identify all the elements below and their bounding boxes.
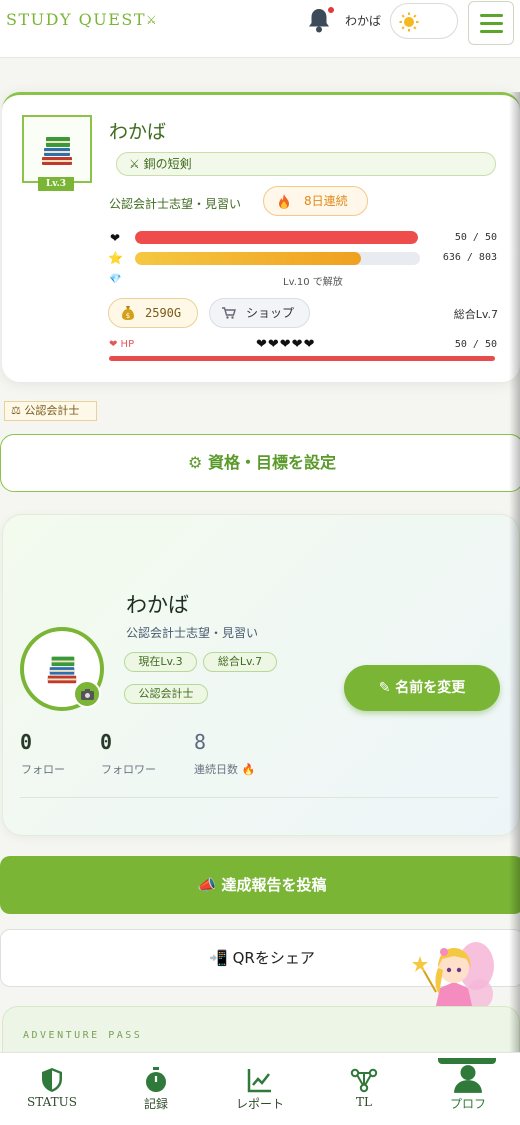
fire-icon (279, 194, 289, 209)
shield-icon (42, 1068, 62, 1092)
menu-line (480, 22, 503, 25)
profile-goal: 公認会計士志望・見習い (126, 626, 259, 640)
profile-name: わかば (126, 593, 189, 617)
follower-count[interactable]: 0 (100, 730, 112, 754)
hp-value-secondary: 50 / 50 (454, 339, 497, 350)
weapon-badge: ⚔ 銅の短剣 (116, 152, 496, 176)
nav-label: プロフ (449, 1097, 486, 1111)
cart-icon (222, 307, 236, 319)
hamburger-menu-button[interactable] (468, 1, 514, 45)
svg-text:$: $ (126, 312, 130, 320)
hp-bar-fill (135, 231, 418, 244)
set-goal-button[interactable]: ⚙ 資格・目標を設定 (0, 434, 520, 492)
hp-label: ❤ HP (109, 339, 135, 350)
header-username[interactable]: わかば (345, 12, 381, 29)
nav-timeline[interactable]: TL (312, 1053, 416, 1125)
drawer-edge-shadow (509, 92, 520, 1052)
gem-icon: 💎 (109, 274, 122, 285)
exp-bar (135, 252, 420, 265)
shop-button[interactable]: ショップ (209, 298, 310, 328)
exp-bar-fill (135, 252, 361, 265)
nav-active-indicator (438, 1058, 496, 1064)
exp-value: 636 / 803 (442, 252, 497, 263)
qualification-tag: ⚖ 公認会計士 (4, 401, 97, 421)
streak-text: 8日連続 (304, 194, 348, 208)
total-level: 総合Lv.7 (453, 308, 498, 321)
streak-badge: 8日連続 (263, 186, 368, 216)
money-bag-icon: $ (122, 306, 134, 320)
network-icon (350, 1068, 378, 1093)
user-icon (454, 1065, 482, 1093)
books-icon (42, 137, 72, 165)
gold-balance: $ 2590G (108, 298, 198, 328)
nav-record[interactable]: 記録 (104, 1053, 208, 1125)
menu-line (480, 30, 503, 33)
chip-qualification: 公認会計士 (124, 684, 208, 704)
nav-label: レポート (235, 1097, 284, 1111)
chip-total-level: 総合Lv.7 (203, 652, 277, 672)
nav-status[interactable]: STATUS (0, 1053, 104, 1125)
post-achievement-button[interactable]: 📣 達成報告を投稿 (0, 856, 520, 914)
avatar-frame[interactable] (22, 115, 92, 183)
logo-sword-mark: ⚔ (146, 13, 157, 27)
unlock-text: Lv.10 で解放 (283, 277, 343, 288)
player-goal: 公認会計士志望・見習い (109, 197, 242, 211)
books-icon (47, 656, 77, 684)
chip-current-level: 現在Lv.3 (124, 652, 197, 672)
nav-label: STATUS (27, 1095, 77, 1109)
follow-label[interactable]: フォロー (21, 761, 65, 777)
streak-days-label: 連続日数 🔥 (194, 763, 256, 776)
theme-toggle[interactable] (390, 3, 458, 39)
camera-icon (81, 689, 94, 700)
nav-report[interactable]: レポート (208, 1053, 312, 1125)
menu-line (480, 14, 503, 17)
change-photo-button[interactable] (73, 680, 101, 708)
app-logo[interactable]: STUDY QUEST (6, 10, 146, 29)
nav-label: TL (356, 1095, 372, 1109)
notification-dot (328, 7, 334, 13)
level-tag: Lv.3 (38, 177, 74, 191)
gold-text: 2590G (145, 306, 182, 320)
hp-value: 50 / 50 (454, 232, 497, 243)
rename-button[interactable]: ✎ 名前を変更 (344, 665, 500, 711)
sun-icon (399, 12, 419, 32)
heart-icon: ❤ (110, 231, 121, 245)
streak-days-count: 8 (194, 730, 207, 754)
hp-hearts: ❤❤❤❤❤ (256, 337, 316, 352)
chart-icon (247, 1069, 271, 1093)
follow-count[interactable]: 0 (20, 730, 32, 754)
hp-bar (135, 231, 418, 244)
profile-divider (20, 797, 498, 798)
player-name: わかば (109, 121, 167, 143)
hp-line (109, 356, 495, 361)
nav-label: 記録 (143, 1097, 168, 1111)
follower-label[interactable]: フォロワー (101, 761, 156, 777)
stopwatch-icon (146, 1067, 166, 1092)
app-header: STUDY QUEST ⚔ わかば (0, 0, 520, 58)
adventure-pass-label: ADVENTURE PASS (23, 1030, 143, 1041)
shop-label: ショップ (246, 306, 295, 320)
star-icon: ⭐ (108, 251, 123, 265)
